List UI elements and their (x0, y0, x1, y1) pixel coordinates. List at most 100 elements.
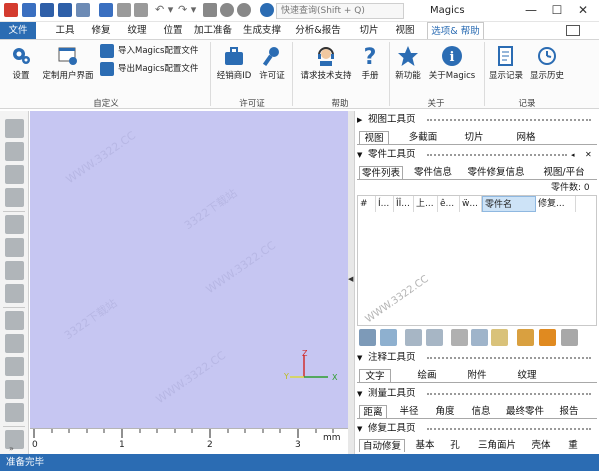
search-input[interactable]: 快速查询(Shift + Q) (276, 3, 404, 19)
table-header[interactable]: Í... (376, 196, 394, 212)
select-box-icon[interactable] (5, 215, 24, 234)
dealer-id-button[interactable]: 经销商ID (215, 45, 253, 81)
part-delete-icon[interactable] (451, 329, 468, 346)
table-header-selected[interactable]: 零件名 (482, 196, 536, 212)
license-button[interactable]: 许可证 (256, 45, 288, 81)
table-header[interactable]: ÎÎ... (394, 196, 414, 212)
tab-auto-repair[interactable]: 自动修复 (359, 439, 405, 452)
tab-text[interactable]: 文字 (359, 369, 391, 382)
manual-button[interactable]: ? 手册 (358, 45, 382, 81)
layout-icon[interactable] (566, 25, 580, 36)
wireframe-icon[interactable] (5, 311, 24, 330)
collapse-arrow-icon[interactable]: ◀ (348, 275, 353, 283)
select-curve-icon[interactable] (5, 284, 24, 303)
tab-view[interactable]: 视图 (359, 131, 389, 144)
tab-support[interactable]: 生成支撑 (242, 22, 282, 39)
3d-viewport[interactable]: WWW.3322.CC 3322下载站 WWW.3322.CC 3322下载站 … (30, 111, 348, 454)
undo-icon[interactable]: ↶ ▾ (155, 3, 173, 16)
part-merge-icon[interactable] (405, 329, 422, 346)
part-settings-icon[interactable] (561, 329, 578, 346)
annotation-toolbar-header[interactable]: ▼ 注释工具页 (357, 351, 597, 365)
pin-icon[interactable]: ◂ (571, 148, 575, 162)
part-view-icon[interactable] (359, 329, 376, 346)
tab-file[interactable]: 文件 (0, 22, 36, 39)
part-highlight-icon[interactable] (491, 329, 508, 346)
select-shell-icon[interactable] (5, 188, 24, 207)
tab-hole[interactable]: 孔 (445, 439, 465, 452)
select-arrow-icon[interactable] (5, 119, 24, 138)
part-split-icon[interactable] (426, 329, 443, 346)
tab-info[interactable]: 信息 (467, 405, 495, 418)
tab-final-part[interactable]: 最终零件 (501, 405, 549, 418)
save-as-icon[interactable] (58, 3, 72, 17)
measure-toolbar-header[interactable]: ▼ 测量工具页 (357, 387, 597, 401)
show-history-button[interactable]: 显示历史 (528, 45, 566, 81)
part-toolbar-header[interactable]: ▼ 零件工具页 ◂ ✕ (357, 148, 597, 162)
zoom-region-icon[interactable] (203, 3, 217, 17)
new-file-icon[interactable] (22, 3, 36, 17)
part-fix-icon[interactable] (539, 329, 556, 346)
tab-position[interactable]: 位置 (158, 22, 188, 39)
tab-view[interactable]: 视图 (390, 22, 420, 39)
tab-slice[interactable]: 切片 (459, 131, 489, 144)
export-icon[interactable] (117, 3, 131, 17)
tab-tools[interactable]: 工具 (50, 22, 80, 39)
part-color-icon[interactable] (517, 329, 534, 346)
points-icon[interactable] (5, 334, 24, 353)
table-header[interactable]: # (358, 196, 376, 212)
tab-repair[interactable]: 修复 (86, 22, 116, 39)
maximize-button[interactable]: ☐ (548, 2, 566, 18)
tab-attachment[interactable]: 附件 (461, 369, 493, 382)
table-header[interactable]: ê... (438, 196, 460, 212)
tab-angle[interactable]: 角度 (431, 405, 459, 418)
rotate-icon[interactable] (5, 380, 24, 399)
tab-analysis[interactable]: 分析&报告 (293, 22, 343, 39)
tab-part-repair-info[interactable]: 零件修复信息 (465, 166, 527, 179)
part-copy-icon[interactable] (380, 329, 397, 346)
tab-mesh[interactable]: 网格 (511, 131, 541, 144)
about-magics-button[interactable]: i 关于Magics (427, 45, 477, 81)
new-features-button[interactable]: 新功能 (393, 45, 423, 81)
zoom-icon[interactable] (220, 3, 234, 17)
save-icon[interactable] (40, 3, 54, 17)
custom-ui-button[interactable]: 定制用户界面 (40, 45, 96, 81)
view-cube-icon[interactable] (5, 430, 24, 449)
save-all-icon[interactable] (76, 3, 90, 17)
close-button[interactable]: ✕ (574, 2, 592, 18)
select-plane-icon[interactable] (5, 261, 24, 280)
tab-slice[interactable]: 切片 (354, 22, 384, 39)
tab-radius[interactable]: 半径 (395, 405, 423, 418)
part-list-table[interactable]: # Í... ÎÎ... 上... ê... ẅ... 零件名 修复... WW… (357, 195, 597, 326)
tab-basic[interactable]: 基本 (411, 439, 439, 452)
redo-icon[interactable]: ↷ ▾ (178, 3, 196, 16)
tab-triangles[interactable]: 三角面片 (473, 439, 521, 452)
import-config-button[interactable]: 导入Magics配置文件 (100, 44, 204, 58)
settings-button[interactable]: 设置 (6, 45, 36, 81)
zoom-fit-icon[interactable] (237, 3, 251, 17)
minimize-button[interactable]: — (522, 2, 540, 18)
tech-support-button[interactable]: 请求技术支持 (296, 45, 356, 81)
select-surface-icon[interactable] (5, 165, 24, 184)
view-toolbar-header[interactable]: ▶ 视图工具页 (357, 113, 597, 127)
export-config-button[interactable]: 导出Magics配置文件 (100, 62, 204, 76)
table-header[interactable]: 上... (414, 196, 438, 212)
tab-report[interactable]: 报告 (555, 405, 583, 418)
table-header[interactable]: ẅ... (460, 196, 482, 212)
tab-build-prep[interactable]: 加工准备 (193, 22, 233, 39)
section-icon[interactable] (5, 403, 24, 422)
shaded-icon[interactable] (5, 357, 24, 376)
import-icon[interactable] (99, 3, 113, 17)
close-part-icon[interactable] (134, 3, 148, 17)
tab-part-info[interactable]: 零件信息 (411, 166, 455, 179)
part-hide-icon[interactable] (471, 329, 488, 346)
expand-toolbar-icon[interactable]: » (9, 444, 14, 453)
tab-options-help[interactable]: 选项& 帮助 (427, 22, 484, 39)
table-header[interactable]: 修复... (536, 196, 576, 212)
tab-draw[interactable]: 绘画 (411, 369, 443, 382)
show-log-button[interactable]: 显示记录 (488, 45, 524, 81)
tab-multi-section[interactable]: 多截面 (403, 131, 443, 144)
tab-more[interactable]: 重 (563, 439, 583, 452)
tab-texture[interactable]: 纹理 (122, 22, 152, 39)
select-part-icon[interactable] (5, 238, 24, 257)
tab-distance[interactable]: 距离 (359, 405, 387, 418)
